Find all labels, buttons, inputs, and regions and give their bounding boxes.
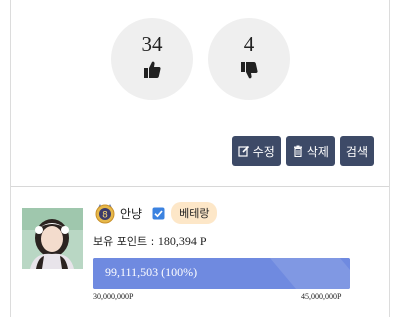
delete-button-label: 삭제 (306, 144, 329, 159)
edit-button[interactable]: 수정 (231, 136, 281, 166)
downvote-button[interactable]: 4 (208, 18, 290, 100)
progress-scale-min: 30,000,000P (93, 292, 134, 301)
post-footer-panel: 34 4 수정 삭제 검색 8 안냥 베테랑 보유 포인트: 180,394 … (10, 0, 390, 317)
verified-check-icon (152, 207, 165, 219)
post-action-buttons: 수정 삭제 검색 (231, 136, 374, 166)
profile-name-row: 8 안냥 베테랑 (94, 201, 218, 225)
rank-badge: 베테랑 (171, 202, 218, 224)
progress-text: 99,111,503 (100%) (105, 265, 198, 279)
section-divider (11, 186, 389, 187)
username[interactable]: 안냥 (120, 205, 142, 222)
avatar-image (22, 208, 83, 269)
search-button-label: 검색 (345, 144, 368, 159)
search-button[interactable]: 검색 (339, 136, 374, 166)
edit-icon (238, 145, 249, 157)
level-badge-icon: 8 (95, 204, 115, 224)
points-value: 180,394 P (157, 234, 207, 248)
downvote-count: 4 (243, 32, 255, 56)
thumbs-down-icon (241, 62, 258, 79)
upvote-button[interactable]: 34 (111, 18, 193, 100)
progress-scale-max: 45,000,000P (301, 292, 342, 301)
level-number: 8 (102, 211, 108, 221)
points-info: 보유 포인트 : 180,394 P (93, 233, 207, 249)
trash-icon (293, 145, 302, 157)
thumbs-up-icon (144, 61, 161, 78)
points-label: 보유 포인트 : (93, 235, 155, 248)
delete-button[interactable]: 삭제 (285, 136, 335, 166)
avatar[interactable] (22, 208, 83, 269)
upvote-count: 34 (141, 32, 163, 56)
edit-button-label: 수정 (252, 144, 275, 159)
level-progress-bar: 99,111,503 (100%) (93, 258, 350, 289)
